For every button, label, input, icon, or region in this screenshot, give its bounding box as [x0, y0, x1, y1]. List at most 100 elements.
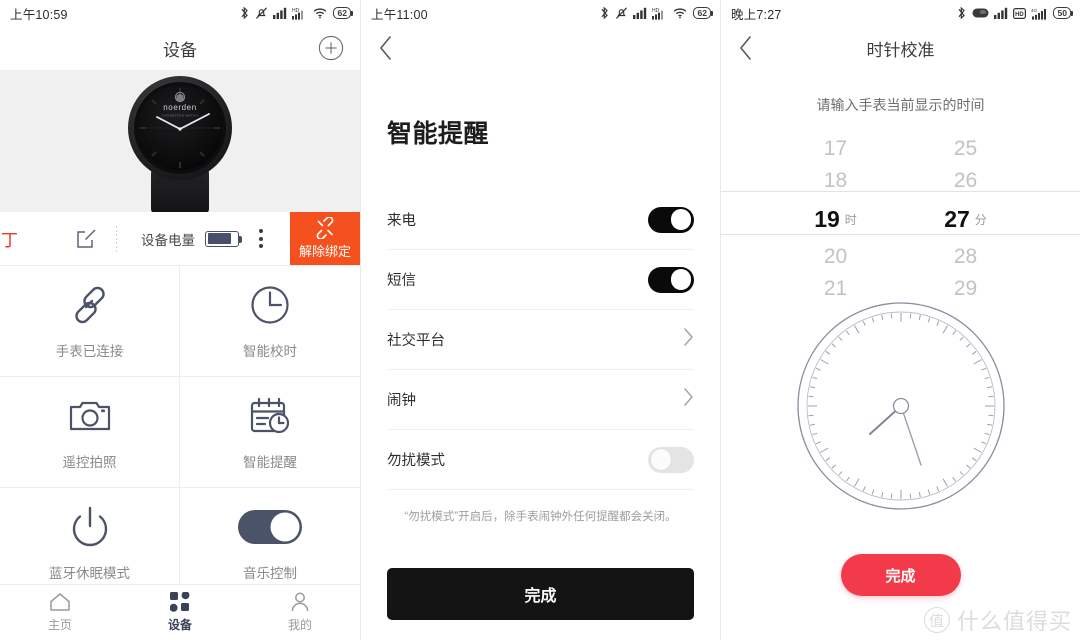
toggle-sms[interactable] [648, 266, 694, 293]
picker-item[interactable]: 26 [929, 165, 1003, 197]
status-icons: HD 62 [239, 6, 354, 20]
signal-icon [272, 7, 286, 19]
navbar-devices: 设备 [0, 26, 360, 70]
status-time: 晚上7:27 [731, 7, 782, 22]
page-title: 设备 [163, 40, 197, 60]
panel-smart-reminder: 上午11:00 HD 62 智能提醒 来电 短信 社交平台 闹钟 勿扰模式 “勿… [360, 0, 720, 640]
unbind-label: 解除绑定 [298, 244, 351, 259]
picker-item[interactable]: 21 [799, 273, 873, 305]
toolbar-divider [116, 225, 117, 252]
feature-label: 音乐控制 [243, 566, 297, 581]
selected-minute: 27 [944, 205, 970, 232]
tab-label: 我的 [287, 618, 312, 632]
calendar-clock-icon [247, 393, 293, 439]
setting-label: 勿扰模式 [387, 453, 445, 469]
power-icon [67, 504, 113, 550]
screenshot-root: 上午10:59 HD 62 设备 noerden CONNECTED WATCH… [0, 0, 1080, 640]
picker-column-hour[interactable]: 17 18 19 时 20 21 [799, 133, 873, 305]
picker-item[interactable]: 18 [799, 165, 873, 197]
chevron-right-icon [683, 327, 694, 352]
hd-icon: HD [1012, 7, 1026, 19]
feature-smart-reminder[interactable]: 智能提醒 [180, 377, 360, 488]
tab-label: 主页 [47, 618, 72, 632]
setting-row-dnd[interactable]: 勿扰模式 [387, 430, 694, 490]
status-bar: 晚上7:27 HD 4G 50 [721, 0, 1080, 26]
feature-smart-time-sync[interactable]: 智能校时 [180, 266, 360, 377]
chevron-left-icon [379, 36, 391, 60]
chevron-left-icon [739, 36, 751, 60]
watch-product-photo: noerden CONNECTED WATCH [128, 76, 232, 214]
selected-hour: 19 [814, 205, 840, 232]
dnd-icon [972, 8, 989, 18]
edit-device-button[interactable] [74, 227, 98, 251]
feature-remote-camera[interactable]: 遥控拍照 [0, 377, 180, 488]
bottom-tab-bar: 主页 设备 我的 [0, 584, 360, 640]
tab-home[interactable]: 主页 [0, 585, 120, 640]
device-name-fragment: 丁 [1, 231, 18, 250]
settings-list: 来电 短信 社交平台 闹钟 勿扰模式 “勿扰模式”开启后，除手表闹钟外任何提醒都… [361, 190, 720, 524]
more-options-button[interactable] [259, 229, 263, 248]
plus-circle-icon [318, 35, 344, 61]
picker-item[interactable]: 25 [929, 133, 1003, 165]
setting-row-incoming-call[interactable]: 来电 [387, 190, 694, 250]
device-battery-label: 设备电量 [141, 232, 195, 248]
setting-label: 来电 [387, 213, 416, 229]
home-icon [50, 593, 70, 611]
camera-icon [67, 393, 113, 439]
back-button[interactable] [721, 26, 769, 70]
feature-label: 遥控拍照 [62, 455, 117, 470]
wifi-icon [313, 8, 326, 19]
navbar-calibration: 时针校准 [721, 26, 1080, 70]
setting-row-alarm[interactable]: 闹钟 [387, 370, 694, 430]
done-button[interactable]: 完成 [840, 554, 961, 596]
picker-item[interactable]: 17 [799, 133, 873, 165]
picker-item[interactable]: 29 [929, 273, 1003, 305]
calibration-hint: 请输入手表当前显示的时间 [816, 97, 985, 113]
toggle-incoming-call[interactable] [648, 206, 694, 233]
setting-label: 短信 [387, 273, 416, 289]
4g-signal-icon: 4G [1031, 8, 1046, 20]
feature-label: 手表已连接 [55, 344, 124, 359]
add-device-button[interactable] [318, 35, 344, 61]
setting-label: 社交平台 [387, 333, 445, 349]
hd-signal-icon: HD [651, 8, 663, 20]
feature-music-control[interactable]: 音乐控制 [180, 488, 360, 599]
signal-icon [632, 7, 646, 19]
setting-row-social[interactable]: 社交平台 [387, 310, 694, 370]
navbar-reminder [361, 26, 720, 70]
person-icon [291, 592, 309, 612]
picker-column-minute[interactable]: 25 26 27 分 28 29 [929, 133, 1003, 305]
picker-item[interactable]: 20 [799, 241, 873, 273]
broken-link-icon [316, 217, 334, 239]
mute-bell-icon [615, 7, 627, 19]
tab-devices[interactable]: 设备 [120, 585, 240, 640]
mute-bell-icon [255, 7, 267, 19]
feature-label: 智能校时 [243, 344, 297, 359]
chevron-right-icon [683, 387, 694, 412]
unbind-device-button[interactable]: 解除绑定 [290, 212, 360, 265]
analog-dial [796, 302, 1005, 510]
feature-bluetooth-sleep[interactable]: 蓝牙休眠模式 [0, 488, 180, 599]
back-button[interactable] [361, 26, 409, 70]
dnd-note: “勿扰模式”开启后，除手表闹钟外任何提醒都会关闭。 [404, 511, 677, 523]
time-picker[interactable]: 17 18 19 时 20 21 25 26 27 分 28 29 [721, 133, 1080, 300]
setting-row-sms[interactable]: 短信 [387, 250, 694, 310]
clock-icon [247, 282, 293, 328]
picker-item-selected[interactable]: 19 时 [799, 197, 873, 241]
toggle-dnd[interactable] [648, 446, 694, 473]
picker-item[interactable]: 28 [929, 241, 1003, 273]
bluetooth-icon [958, 6, 965, 20]
picker-item-selected[interactable]: 27 分 [929, 197, 1003, 241]
bluetooth-icon [241, 6, 248, 20]
page-title: 智能提醒 [387, 120, 490, 148]
feature-watch-connected[interactable]: 手表已连接 [0, 266, 180, 377]
svg-text:noerden: noerden [163, 103, 197, 112]
status-icons: HD 62 [599, 6, 714, 20]
feature-grid: 手表已连接 智能校时 遥控拍照 智能提醒 蓝牙休眠模式 音乐控制 [0, 266, 360, 599]
status-bar: 上午11:00 HD 62 [361, 0, 720, 26]
status-battery: 50 [1052, 7, 1074, 19]
done-button[interactable]: 完成 [387, 568, 694, 620]
tab-profile[interactable]: 我的 [240, 585, 360, 640]
more-vertical-icon [259, 229, 263, 233]
watch-dial-preview [721, 299, 1080, 513]
